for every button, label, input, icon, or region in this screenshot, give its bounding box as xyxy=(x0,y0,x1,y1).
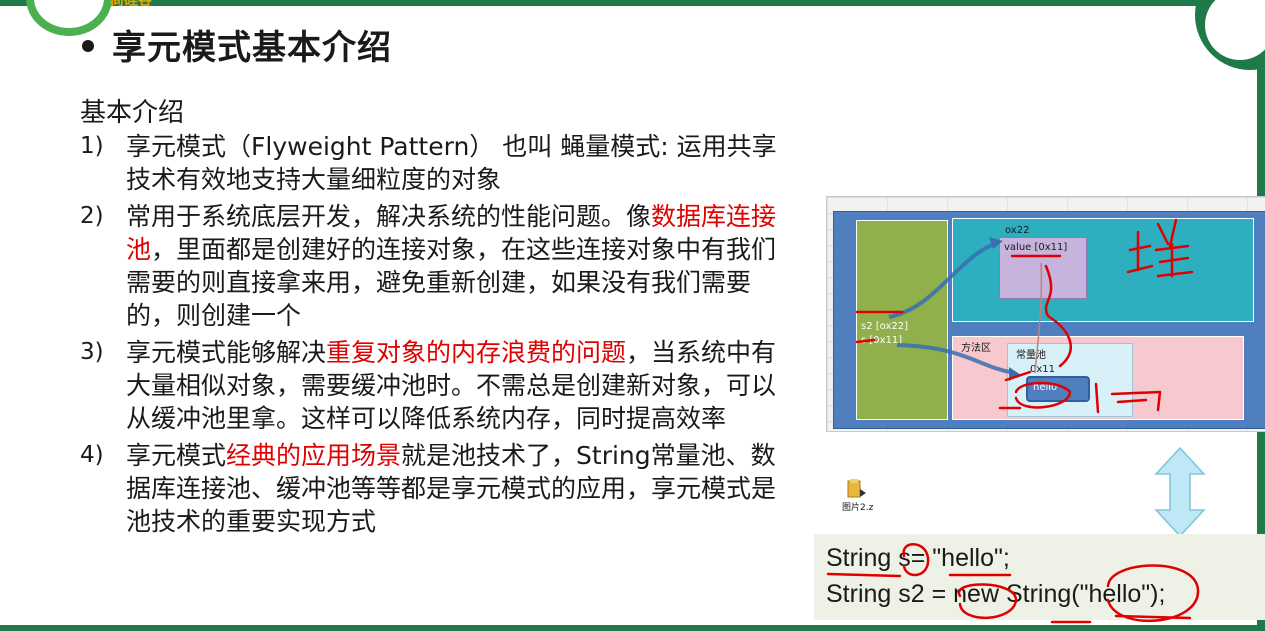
points-list: 1) 享元模式（Flyweight Pattern） 也叫 蝇量模式: 运用共享… xyxy=(80,130,790,542)
logo-icon xyxy=(26,0,112,36)
code-line-2: String s2 = new String("hello"); xyxy=(826,580,1166,608)
double-arrow-icon xyxy=(1154,446,1206,538)
subheading: 基本介绍 xyxy=(80,98,185,128)
point-text: 享元模式 xyxy=(126,441,227,470)
page-title: 享元模式基本介绍 xyxy=(112,28,392,68)
file-label: 图片2.z xyxy=(842,503,874,513)
point-text: 享元模式能够解决 xyxy=(126,338,327,367)
memory-diagram: s2 [ox22] s [0x11] ox22 value [0x11] 方法区… xyxy=(826,196,1265,432)
point-highlight: 重复对象的内存浪费的问题 xyxy=(326,338,627,367)
folder-icon[interactable] xyxy=(846,477,868,499)
point-number: 4) xyxy=(80,442,104,468)
point-3: 3) 享元模式能够解决重复对象的内存浪费的问题，当系统中有大量相似对象，需要缓冲… xyxy=(80,336,790,435)
code-line-1: String s= "hello"; xyxy=(826,544,1010,572)
point-text: ，里面都是创建好的连接对象，在这些连接对象中有我们需要的则直接拿来用，避免重新创… xyxy=(126,235,777,330)
point-number: 2) xyxy=(80,203,104,229)
title-bullet xyxy=(82,40,94,52)
reference-arrows xyxy=(888,237,1043,381)
point-text: 常用于系统底层开发，解决系统的性能问题。像 xyxy=(126,202,652,231)
point-1: 1) 享元模式（Flyweight Pattern） 也叫 蝇量模式: 运用共享… xyxy=(80,130,790,196)
point-2: 2) 常用于系统底层开发，解决系统的性能问题。像数据库连接池，里面都是创建好的连… xyxy=(80,200,790,332)
point-4: 4) 享元模式经典的应用场景就是池技术了，String常量池、数据库连接池、缓冲… xyxy=(80,439,790,538)
logo-text: 尚硅谷 xyxy=(110,0,152,8)
point-text: 享元模式（Flyweight Pattern） 也叫 蝇量模式: 运用共享技术有… xyxy=(126,132,777,194)
code-example: String s= "hello"; String s2 = new Strin… xyxy=(814,534,1265,620)
point-highlight: 经典的应用场景 xyxy=(226,441,402,470)
slide-frame-bottom xyxy=(0,625,1265,631)
point-number: 1) xyxy=(80,133,104,159)
point-number: 3) xyxy=(80,339,104,365)
